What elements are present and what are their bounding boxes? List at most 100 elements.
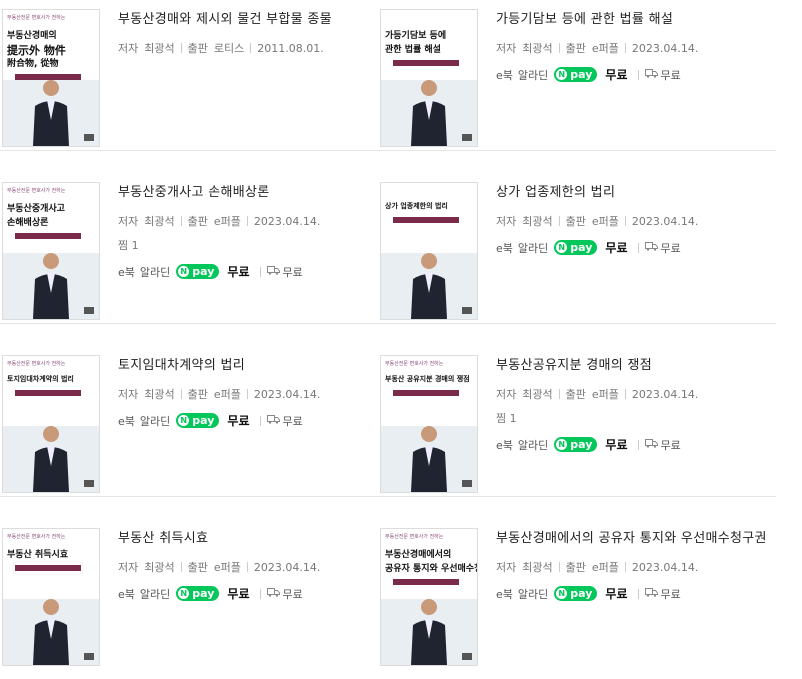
divider: [558, 562, 560, 572]
npay-label: pay: [192, 587, 215, 600]
cover-title-line: 부동산 취득시효: [7, 550, 69, 560]
cover-title-line: 가등기담보 등에: [385, 31, 447, 41]
divider: [259, 266, 261, 277]
author-name[interactable]: 최광석: [522, 42, 552, 55]
author-name[interactable]: 최광석: [522, 215, 552, 228]
book-cover[interactable]: 부동산전문 변호사가 전하는부동산경매에서의공유자 통지와 우선매수청구권: [380, 528, 478, 666]
divider: [624, 43, 626, 53]
npay-badge[interactable]: Npay: [176, 264, 220, 279]
book-title[interactable]: 부동산경매에서의 공유자 통지와 우선매수청구권: [496, 527, 778, 546]
author-label: 저자: [496, 42, 517, 55]
book-cover[interactable]: 부동산전문 변호사가 전하는 부동산중개사고 손해배상론: [2, 182, 100, 320]
price: 무료: [605, 587, 628, 601]
book-cover[interactable]: 부동산전문 변호사가 전하는 부동산 취득시효: [2, 528, 100, 666]
npay-badge[interactable]: Npay: [554, 586, 598, 601]
divider: [250, 43, 252, 53]
divider: [180, 389, 182, 399]
author-name[interactable]: 최광석: [144, 388, 174, 401]
publisher-label: 출판: [565, 215, 586, 228]
divider: [558, 216, 560, 226]
store-link[interactable]: 알라딘: [140, 586, 170, 602]
book-cover[interactable]: 가등기담보 등에관한 법률 해설: [380, 9, 478, 147]
book-title[interactable]: 부동산 취득시효: [118, 527, 400, 546]
npay-badge[interactable]: Npay: [176, 413, 220, 428]
book-meta: 저자 최광석 출판 e퍼플 2023.04.14.: [496, 386, 778, 402]
publish-date: 2011.08.01.: [257, 42, 324, 55]
book-title[interactable]: 가등기담보 등에 관한 법률 해설: [496, 8, 778, 27]
npay-badge[interactable]: Npay: [554, 437, 598, 452]
book-cover[interactable]: 부동산전문 변호사가 전하는 토지임대차계약의 법리: [2, 355, 100, 493]
author-name[interactable]: 최광석: [144, 215, 174, 228]
publisher-name[interactable]: e퍼플: [592, 561, 619, 574]
store-link[interactable]: 알라딘: [140, 413, 170, 429]
book-title[interactable]: 상가 업종제한의 법리: [496, 181, 778, 200]
shipping-price: 무료: [282, 587, 303, 601]
divider: [624, 562, 626, 572]
shipping-price: 무료: [282, 265, 303, 279]
publisher-name[interactable]: e퍼플: [214, 215, 241, 228]
cover-band: [15, 390, 81, 396]
book-title[interactable]: 부동산공유지분 경매의 쟁점: [496, 354, 778, 373]
delivery-truck-icon: [644, 438, 658, 451]
book-item: 상가 업종제한의 법리 상가 업종제한의 법리 저자 최광석 출판 e퍼플 2023.04.…: [378, 173, 776, 324]
publisher-name[interactable]: 로티스: [214, 42, 244, 55]
store-link[interactable]: 알라딘: [518, 437, 548, 453]
npay-label: pay: [192, 265, 215, 278]
book-title[interactable]: 토지임대차계약의 법리: [118, 354, 400, 373]
publisher-logo: [84, 653, 94, 660]
book-item: 부동산전문 변호사가 전하는부동산경매에서의공유자 통지와 우선매수청구권 부동산…: [378, 519, 776, 669]
divider: [637, 439, 639, 450]
cover-band: [15, 565, 81, 571]
publisher-name[interactable]: e퍼플: [214, 388, 241, 401]
format-label: e북: [496, 241, 513, 255]
npay-badge[interactable]: Npay: [554, 67, 598, 82]
book-title[interactable]: 부동산경매와 제시외 물건 부합물 종물: [118, 8, 400, 27]
publisher-label: 출판: [187, 388, 208, 401]
author-label: 저자: [118, 561, 139, 574]
store-link[interactable]: 알라딘: [140, 264, 170, 280]
npay-n-icon: N: [556, 69, 568, 80]
npay-badge[interactable]: Npay: [554, 240, 598, 255]
price: 무료: [227, 587, 250, 601]
cover-title-line: 부동산중개사고: [7, 204, 65, 214]
author-name[interactable]: 최광석: [144, 42, 174, 55]
book-info: 가등기담보 등에 관한 법률 해설 저자 최광석 출판 e퍼플 2023.04.14. e북…: [496, 8, 778, 83]
author-name[interactable]: 최광석: [522, 561, 552, 574]
book-item: 부동산전문 변호사가 전하는 토지임대차계약의 법리 토지임대차계약의 법리 저자 최광…: [0, 346, 398, 497]
price: 무료: [605, 438, 628, 452]
purchase-row: e북 알라딘 Npay 무료 무료: [118, 412, 400, 429]
cover-series-text: 부동산전문 변호사가 전하는: [7, 188, 66, 194]
shipping-price: 무료: [282, 414, 303, 428]
book-title[interactable]: 부동산중개사고 손해배상론: [118, 181, 400, 200]
author-name[interactable]: 최광석: [144, 561, 174, 574]
format-label: e북: [496, 438, 513, 452]
cover-band: [393, 579, 459, 585]
publisher-name[interactable]: e퍼플: [592, 42, 619, 55]
npay-n-icon: N: [556, 439, 568, 450]
delivery-truck-icon: [266, 587, 280, 600]
store-link[interactable]: 알라딘: [518, 586, 548, 602]
npay-n-icon: N: [178, 266, 190, 277]
publisher-name[interactable]: e퍼플: [592, 388, 619, 401]
book-cover[interactable]: 상가 업종제한의 법리: [380, 182, 478, 320]
cover-band: [15, 233, 81, 239]
npay-n-icon: N: [178, 415, 190, 426]
book-cover[interactable]: 부동산전문 변호사가 전하는 부동산경매의 提示外 物件 附合物, 從物: [2, 9, 100, 147]
divider: [259, 415, 261, 426]
publisher-name[interactable]: e퍼플: [592, 215, 619, 228]
book-cover[interactable]: 부동산전문 변호사가 전하는 부동산 공유지분 경매의 쟁점: [380, 355, 478, 493]
wish-count[interactable]: 찜 1: [496, 410, 778, 426]
publisher-label: 출판: [187, 561, 208, 574]
npay-badge[interactable]: Npay: [176, 586, 220, 601]
store-link[interactable]: 알라딘: [518, 240, 548, 256]
delivery-truck-icon: [266, 414, 280, 427]
publisher-name[interactable]: e퍼플: [214, 561, 241, 574]
book-list: 부동산전문 변호사가 전하는 부동산경매의 提示外 物件 附合物, 從物 부동산경매와 …: [0, 0, 802, 679]
cover-title-line: 관한 법률 해설: [385, 45, 441, 55]
price: 무료: [605, 68, 628, 82]
store-link[interactable]: 알라딘: [518, 67, 548, 83]
wish-count[interactable]: 찜 1: [118, 237, 400, 253]
author-name[interactable]: 최광석: [522, 388, 552, 401]
divider: [637, 69, 639, 80]
shipping-price: 무료: [660, 241, 681, 255]
